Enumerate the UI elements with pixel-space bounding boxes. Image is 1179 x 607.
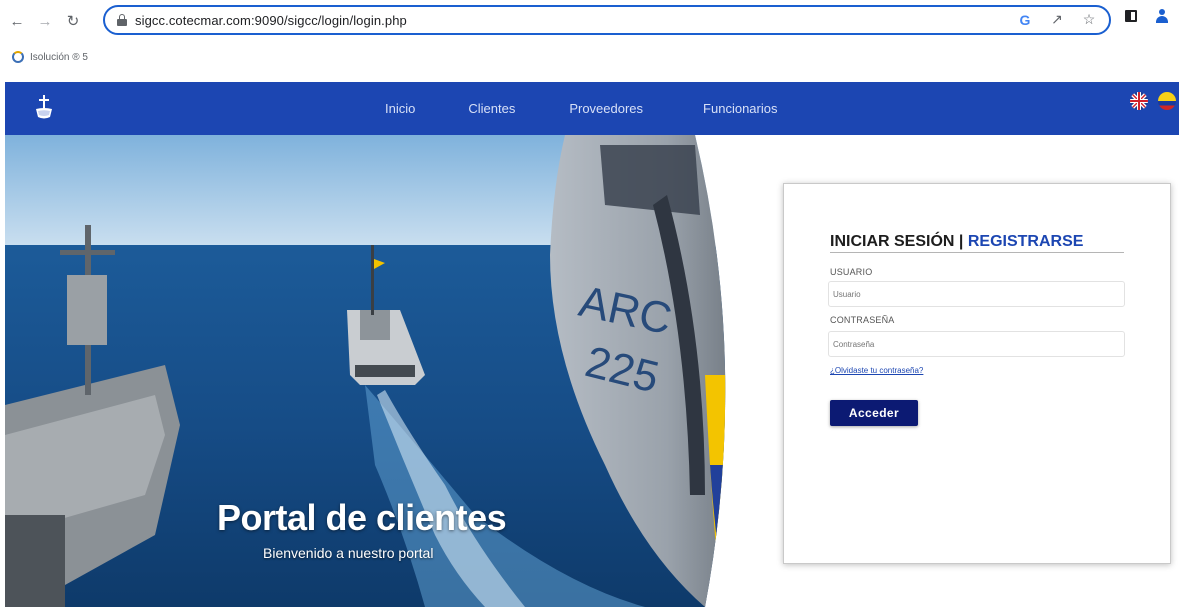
bookmark-label: Isolución ® 5 — [30, 51, 88, 63]
nav-proveedores[interactable]: Proveedores — [569, 101, 643, 116]
share-icon[interactable]: ↗ — [1049, 11, 1065, 28]
google-icon[interactable]: G — [1017, 12, 1033, 28]
username-label: USUARIO — [830, 267, 873, 277]
isolucion-icon — [12, 51, 24, 63]
hero-title: Portal de clientes — [217, 497, 507, 538]
main-nav: Inicio Clientes Proveedores Funcionarios — [385, 82, 777, 135]
heading-separator: | — [954, 233, 968, 250]
password-label: CONTRASEÑA — [830, 315, 895, 325]
site-header: Inicio Clientes Proveedores Funcionarios — [5, 82, 1179, 135]
lock-icon[interactable] — [117, 14, 127, 26]
login-heading: INICIAR SESIÓN | REGISTRARSE — [830, 233, 1083, 251]
heading-divider — [830, 252, 1124, 253]
english-flag-icon[interactable] — [1130, 92, 1148, 110]
star-icon[interactable]: ☆ — [1081, 11, 1097, 28]
tab-iniciar-sesion[interactable]: INICIAR SESIÓN — [830, 233, 954, 250]
bookmark-isolucion[interactable]: Isolución ® 5 — [12, 51, 88, 63]
bookmarks-bar: Isolución ® 5 — [0, 42, 1179, 72]
hero-subtitle: Bienvenido a nuestro portal — [263, 545, 434, 561]
back-icon[interactable]: ← — [6, 10, 28, 32]
password-input[interactable] — [828, 331, 1125, 357]
reload-icon[interactable]: ↻ — [62, 10, 84, 32]
side-panel-icon[interactable] — [1125, 10, 1137, 22]
tab-registrarse[interactable]: REGISTRARSE — [968, 233, 1084, 250]
login-card: INICIAR SESIÓN | REGISTRARSE USUARIO CON… — [783, 183, 1171, 564]
browser-toolbar: ← → ↻ sigcc.cotecmar.com:9090/sigcc/logi… — [0, 0, 1179, 42]
cotecmar-logo-icon[interactable] — [35, 95, 53, 121]
profile-icon[interactable] — [1155, 9, 1169, 23]
forward-icon[interactable]: → — [34, 10, 56, 32]
address-bar[interactable]: sigcc.cotecmar.com:9090/sigcc/login/logi… — [103, 5, 1111, 35]
username-input[interactable] — [828, 281, 1125, 307]
nav-clientes[interactable]: Clientes — [468, 101, 515, 116]
url-text[interactable]: sigcc.cotecmar.com:9090/sigcc/login/logi… — [135, 13, 407, 28]
colombia-flag-icon[interactable] — [1158, 92, 1176, 110]
acceder-button[interactable]: Acceder — [830, 400, 918, 426]
nav-inicio[interactable]: Inicio — [385, 101, 415, 116]
nav-funcionarios[interactable]: Funcionarios — [703, 101, 777, 116]
forgot-password-link[interactable]: ¿Olvidaste tu contraseña? — [830, 366, 923, 375]
